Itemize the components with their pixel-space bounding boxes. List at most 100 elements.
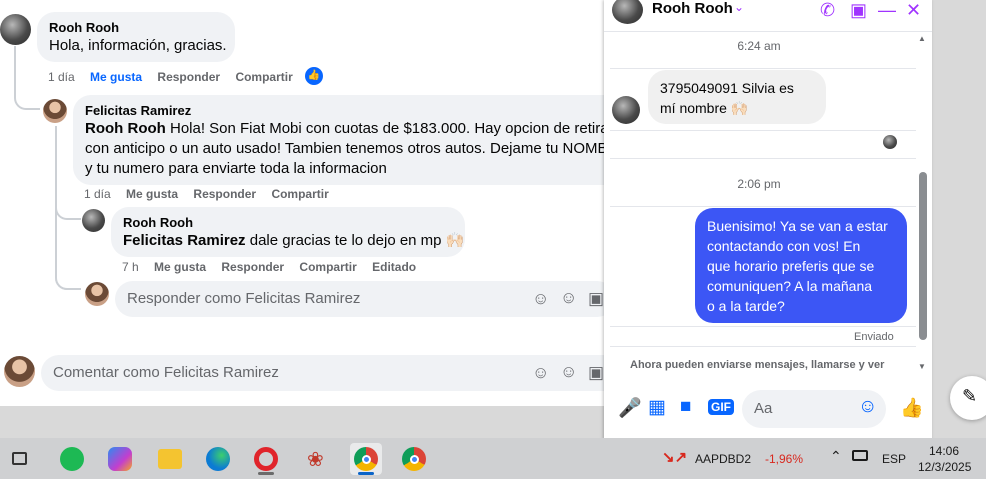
copilot-icon [108, 447, 132, 471]
comment-time[interactable]: 1 día [48, 70, 75, 84]
like-button[interactable]: Me gusta [154, 260, 206, 274]
pinned-app[interactable]: ❀ [300, 443, 332, 475]
input-language[interactable]: ESP [882, 452, 906, 466]
stock-trend-icon: ↘↗ [662, 449, 688, 466]
chat-header: Rooh Rooh ⌄ ✆ ▣ — ✕ [604, 0, 932, 32]
chrome-icon-center [410, 455, 419, 464]
chrome-app-active[interactable] [350, 443, 382, 475]
opera-app[interactable] [250, 443, 282, 475]
sticker-icon[interactable]: ■ [680, 396, 691, 418]
clock-date[interactable]: 12/3/2025 [918, 460, 971, 474]
message-line: o a la tarde? [707, 298, 785, 314]
chat-notice: Ahora pueden enviarse mensajes, llamarse… [630, 359, 885, 371]
avatar-sticker-icon[interactable]: ☺ [532, 289, 549, 309]
edge-app[interactable] [202, 443, 234, 475]
message-line: mí nombre 🙌🏻 [660, 100, 749, 116]
emoji-icon[interactable]: ☺ [858, 396, 877, 418]
close-icon[interactable]: ✕ [906, 0, 921, 21]
contact-avatar[interactable] [612, 96, 640, 124]
share-button[interactable]: Compartir [299, 260, 356, 274]
comment-actions: 7 h Me gusta Responder Compartir Editado [122, 260, 428, 274]
camera-icon[interactable]: ▣ [588, 289, 604, 309]
comment-time[interactable]: 7 h [122, 260, 139, 274]
incoming-message[interactable]: 3795049091 Silvia es mí nombre 🙌🏻 [648, 70, 826, 124]
task-view-button[interactable] [4, 443, 36, 475]
image-icon[interactable]: ▦ [648, 396, 666, 419]
contact-avatar[interactable] [612, 0, 643, 24]
video-camera-icon[interactable]: ▣ [850, 0, 867, 21]
reply-button[interactable]: Responder [157, 70, 220, 84]
chevron-down-icon[interactable]: ⌄ [734, 0, 744, 14]
edited-label: Editado [372, 260, 417, 274]
camera-icon[interactable]: ▣ [588, 363, 604, 383]
share-button[interactable]: Compartir [235, 70, 292, 84]
like-button[interactable]: Me gusta [90, 70, 142, 84]
minimize-icon[interactable]: — [878, 0, 896, 21]
mention-link[interactable]: Felicitas Ramirez [123, 232, 246, 249]
avatar-felicitas-ramirez[interactable] [85, 282, 109, 306]
chrome-profile-app[interactable] [398, 443, 430, 475]
gif-icon[interactable]: GIF [708, 399, 734, 415]
ribbon-icon: ❀ [307, 449, 324, 471]
stock-widget[interactable]: ↘↗ AAPDBD2 -1,96% [662, 448, 812, 470]
comment-actions: 1 día Me gusta Responder Compartir [84, 187, 341, 201]
avatar-rooh-rooh[interactable] [0, 14, 31, 45]
chat-scrollbar[interactable]: ▲ ▼ [918, 34, 928, 376]
comment-bubble: Rooh Rooh Felicitas Ramirez dale gracias… [111, 207, 465, 257]
new-message-button[interactable]: ✎ [950, 376, 986, 420]
scroll-up-icon[interactable]: ▲ [918, 34, 926, 43]
phone-icon[interactable]: ✆ [820, 0, 835, 21]
share-button[interactable]: Compartir [271, 187, 328, 201]
divider [610, 158, 916, 159]
scrollbar-thumb[interactable] [919, 172, 927, 340]
seen-avatar [883, 135, 897, 149]
microphone-icon[interactable]: 🎤 [618, 396, 642, 420]
thumbs-up-icon[interactable]: 👍 [900, 396, 924, 420]
comment-author[interactable]: Rooh Rooh [123, 215, 453, 231]
emoji-icon[interactable]: ☺ [560, 288, 577, 308]
chevron-up-icon[interactable]: ⌃ [830, 448, 842, 465]
file-explorer-app[interactable] [154, 443, 186, 475]
reply-button[interactable]: Responder [193, 187, 256, 201]
message-line: Buenisimo! Ya se van a estar [707, 218, 888, 234]
stock-symbol: AAPDBD2 [695, 452, 752, 466]
message-line: que horario preferis que se [707, 258, 875, 274]
comment-author[interactable]: Rooh Rooh [49, 20, 223, 36]
scroll-down-icon[interactable]: ▼ [918, 362, 926, 371]
outgoing-message[interactable]: Buenisimo! Ya se van a estar contactando… [695, 208, 907, 323]
mention-link[interactable]: Rooh Rooh [85, 120, 166, 137]
divider [610, 326, 916, 327]
avatar-rooh-rooh[interactable] [82, 209, 105, 232]
comment-time[interactable]: 1 día [84, 187, 111, 201]
comments-panel: Rooh Rooh Hola, información, gracias. 1 … [0, 0, 610, 406]
clock-time[interactable]: 14:06 [929, 444, 959, 458]
running-indicator [358, 472, 374, 475]
comment-bubble: Rooh Rooh Hola, información, gracias. [37, 12, 235, 62]
windows-taskbar: ❀ ↘↗ AAPDBD2 -1,96% ⌃ ESP 14:06 12/3/202… [0, 438, 986, 479]
network-icon[interactable] [852, 450, 868, 461]
like-button[interactable]: Me gusta [126, 187, 178, 201]
thread-connector [55, 220, 81, 290]
reply-button[interactable]: Responder [221, 260, 284, 274]
comment-input[interactable]: Comentar como Felicitas Ramirez [41, 355, 610, 391]
avatar-felicitas-ramirez[interactable] [4, 356, 35, 387]
stock-change: -1,96% [765, 452, 804, 466]
comment-author[interactable]: Felicitas Ramirez [85, 103, 610, 119]
comment-bubble: Felicitas Ramirez Rooh Rooh Hola! Son Fi… [73, 95, 610, 185]
chat-composer: 🎤 ▦ ■ GIF Aa ☺ 👍 [604, 380, 932, 440]
avatar-felicitas-ramirez[interactable] [43, 99, 67, 123]
compose-icon: ✎ [962, 386, 978, 406]
thread-connector [14, 46, 40, 110]
contact-name[interactable]: Rooh Rooh [652, 0, 733, 17]
opera-icon [254, 447, 278, 471]
spotify-app[interactable] [56, 443, 88, 475]
divider [610, 346, 916, 347]
divider [610, 130, 916, 131]
avatar-sticker-icon[interactable]: ☺ [532, 363, 549, 383]
like-reaction-icon[interactable]: 👍 [305, 67, 323, 85]
copilot-app[interactable] [104, 443, 136, 475]
comment-text-line: con anticipo o un auto usado! Tambien te… [85, 140, 608, 157]
thread-connector [55, 196, 81, 220]
divider [610, 206, 916, 207]
emoji-icon[interactable]: ☺ [560, 362, 577, 382]
